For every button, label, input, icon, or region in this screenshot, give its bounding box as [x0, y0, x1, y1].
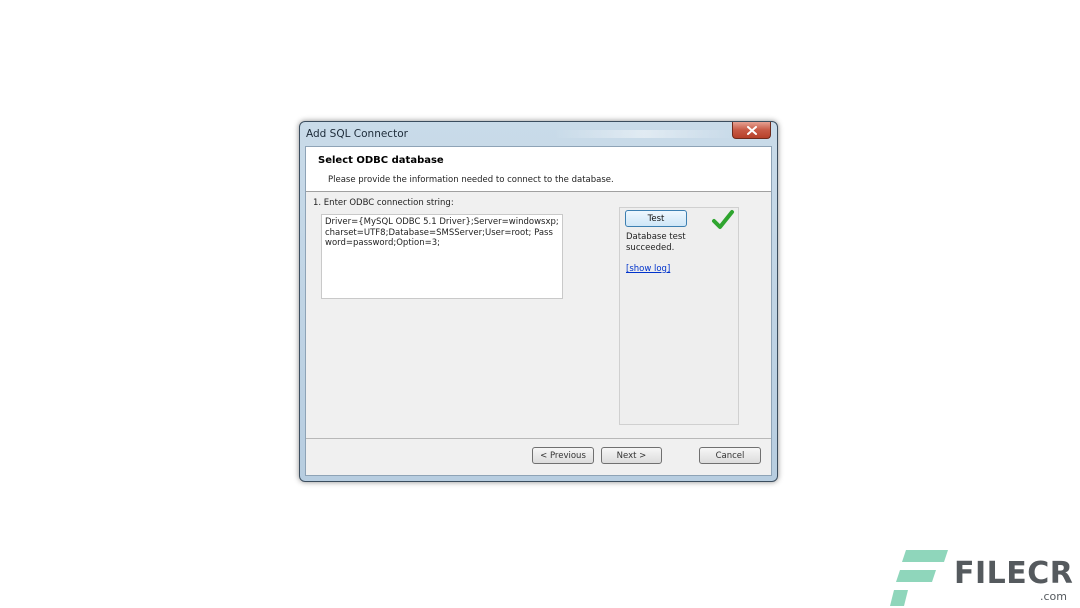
add-sql-connector-dialog: Add SQL Connector Select ODBC database P…: [299, 121, 778, 482]
check-icon: [712, 210, 734, 229]
filecr-watermark: FILECR .com: [890, 548, 1073, 606]
test-button[interactable]: Test: [625, 210, 687, 227]
connection-string-label: 1. Enter ODBC connection string:: [313, 198, 454, 208]
test-status-text: Database test succeeded.: [626, 232, 686, 253]
page-title: Select ODBC database: [318, 155, 444, 166]
watermark-domain: .com: [1040, 590, 1067, 603]
close-icon: [746, 125, 757, 135]
footer-divider: [306, 438, 771, 439]
wizard-header: Select ODBC database Please provide the …: [306, 147, 771, 192]
watermark-brand: FILECR: [954, 556, 1074, 591]
dialog-body: Select ODBC database Please provide the …: [305, 146, 772, 476]
title-bar[interactable]: Add SQL Connector: [300, 122, 777, 146]
title-bar-glare: [554, 130, 734, 138]
next-button[interactable]: Next >: [601, 447, 662, 464]
filecr-logo-icon: [890, 550, 948, 606]
previous-button[interactable]: < Previous: [532, 447, 594, 464]
window-title: Add SQL Connector: [306, 128, 408, 140]
connection-string-input[interactable]: Driver={MySQL ODBC 5.1 Driver};Server=wi…: [321, 214, 563, 299]
test-panel: Test Database test succeeded. [show log]: [619, 207, 739, 425]
close-button[interactable]: [732, 122, 771, 139]
cancel-button[interactable]: Cancel: [699, 447, 761, 464]
page-subtitle: Please provide the information needed to…: [328, 175, 614, 185]
show-log-link[interactable]: [show log]: [626, 264, 670, 274]
